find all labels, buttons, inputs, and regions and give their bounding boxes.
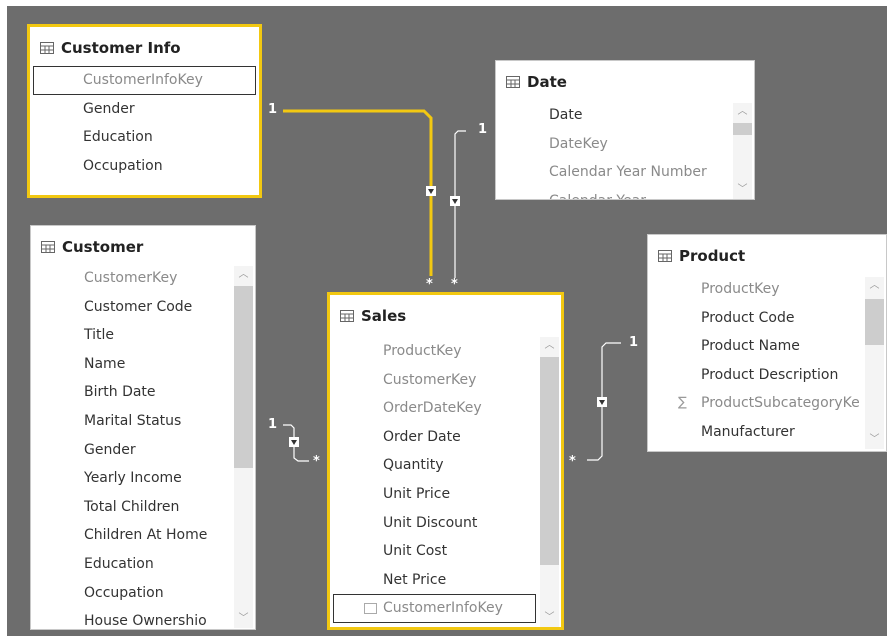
cardinality-many-label: *: [451, 277, 458, 292]
field-row[interactable]: Manufacturer: [648, 418, 862, 447]
field-row[interactable]: Customer Code: [31, 293, 231, 322]
field-row[interactable]: Net Price: [330, 566, 539, 595]
table-product[interactable]: Product ProductKey Product Code Product …: [647, 234, 887, 452]
table-title: Customer: [62, 238, 144, 256]
scroll-thumb[interactable]: [540, 357, 559, 565]
scroll-down-icon[interactable]: ﹀: [234, 610, 253, 628]
scrollbar[interactable]: ︿ ﹀: [733, 103, 752, 199]
scroll-up-icon[interactable]: ︿: [540, 337, 559, 355]
scrollbar[interactable]: ︿ ﹀: [234, 266, 253, 628]
scroll-up-icon[interactable]: ︿: [234, 266, 253, 284]
table-header[interactable]: Product: [658, 245, 745, 267]
field-row[interactable]: Unit Discount: [330, 509, 539, 538]
field-row[interactable]: DateKey: [496, 130, 730, 159]
calculated-column-icon: [364, 603, 377, 615]
field-row[interactable]: Date: [496, 101, 730, 130]
diagram-canvas[interactable]: 1 * 1 * 1 * 1 * Customer Info CustomerIn…: [7, 6, 887, 636]
table-sales[interactable]: Sales ProductKey CustomerKey OrderDateKe…: [327, 292, 564, 630]
table-grid-icon: [41, 241, 55, 253]
cardinality-one-label: 1: [478, 122, 488, 137]
field-row[interactable]: OrderDateKey: [330, 394, 539, 423]
field-row[interactable]: ProductKey: [330, 337, 539, 366]
scrollbar[interactable]: ︿ ﹀: [540, 337, 559, 627]
cardinality-many-label: *: [313, 454, 320, 469]
cardinality-many-label: *: [569, 454, 576, 469]
field-row[interactable]: Calendar Year: [496, 187, 730, 199]
relationship-line-customerinfo-sales: [283, 109, 433, 276]
field-row[interactable]: Education: [30, 123, 259, 152]
field-row[interactable]: Order Date: [330, 423, 539, 452]
field-row[interactable]: ∑ ProductSubcategoryKe: [648, 389, 862, 418]
field-row[interactable]: Quantity: [330, 451, 539, 480]
table-title: Date: [527, 73, 567, 91]
table-grid-icon: [340, 310, 354, 322]
field-row[interactable]: Unit Cost: [330, 537, 539, 566]
table-title: Customer Info: [61, 39, 181, 57]
scroll-thumb[interactable]: [865, 299, 884, 345]
field-row[interactable]: Calendar Year Number: [496, 158, 730, 187]
table-grid-icon: [658, 250, 672, 262]
field-row[interactable]: Occupation: [30, 152, 259, 181]
field-label: ProductSubcategoryKe: [701, 395, 860, 412]
table-customer[interactable]: Customer CustomerKey Customer Code Title…: [30, 225, 256, 630]
cardinality-one-label: 1: [268, 417, 278, 432]
table-date[interactable]: Date Date DateKey Calendar Year Number C…: [495, 60, 755, 200]
field-row[interactable]: Education: [31, 550, 231, 579]
field-row[interactable]: CustomerKey: [31, 264, 231, 293]
field-row[interactable]: Product Name: [648, 332, 862, 361]
table-title: Sales: [361, 307, 407, 325]
field-row[interactable]: Name: [31, 350, 231, 379]
cardinality-many-label: *: [426, 277, 433, 292]
field-row[interactable]: Yearly Income: [31, 464, 231, 493]
field-row[interactable]: Children At Home: [31, 521, 231, 550]
table-header[interactable]: Date: [506, 71, 567, 93]
table-header[interactable]: Customer Info: [40, 37, 181, 59]
field-row[interactable]: CustomerInfoKey: [33, 66, 256, 95]
scroll-down-icon[interactable]: ﹀: [865, 431, 884, 449]
sigma-icon: ∑: [678, 395, 687, 411]
field-row[interactable]: Marital Status: [31, 407, 231, 436]
field-row[interactable]: House Ownershio: [31, 607, 231, 629]
field-row[interactable]: Occupation: [31, 579, 231, 608]
scroll-down-icon[interactable]: ﹀: [733, 181, 752, 199]
field-row[interactable]: Birth Date: [31, 378, 231, 407]
field-row[interactable]: CustomerInfoKey: [333, 594, 536, 623]
field-row[interactable]: CustomerKey: [330, 366, 539, 395]
table-header[interactable]: Customer: [41, 236, 143, 258]
scrollbar[interactable]: ︿ ﹀: [865, 277, 884, 449]
scroll-thumb[interactable]: [733, 123, 752, 135]
scroll-thumb[interactable]: [234, 286, 253, 468]
scroll-up-icon[interactable]: ︿: [865, 277, 884, 295]
field-row[interactable]: Product Description: [648, 361, 862, 390]
field-row[interactable]: Gender: [30, 95, 259, 124]
field-row[interactable]: Gender: [31, 436, 231, 465]
scroll-up-icon[interactable]: ︿: [733, 103, 752, 121]
table-title: Product: [679, 247, 746, 265]
table-grid-icon: [506, 76, 520, 88]
field-row[interactable]: Total Children: [31, 493, 231, 522]
field-label: CustomerInfoKey: [383, 600, 503, 617]
table-grid-icon: [40, 42, 54, 54]
field-row[interactable]: Unit Price: [330, 480, 539, 509]
field-row[interactable]: Title: [31, 321, 231, 350]
table-customer-info[interactable]: Customer Info CustomerInfoKey Gender Edu…: [27, 24, 262, 198]
cardinality-one-label: 1: [629, 335, 639, 350]
table-header[interactable]: Sales: [340, 305, 406, 327]
scroll-down-icon[interactable]: ﹀: [540, 609, 559, 627]
field-row[interactable]: ProductKey: [648, 275, 862, 304]
cardinality-one-label: 1: [268, 102, 278, 117]
field-row[interactable]: Product Code: [648, 304, 862, 333]
